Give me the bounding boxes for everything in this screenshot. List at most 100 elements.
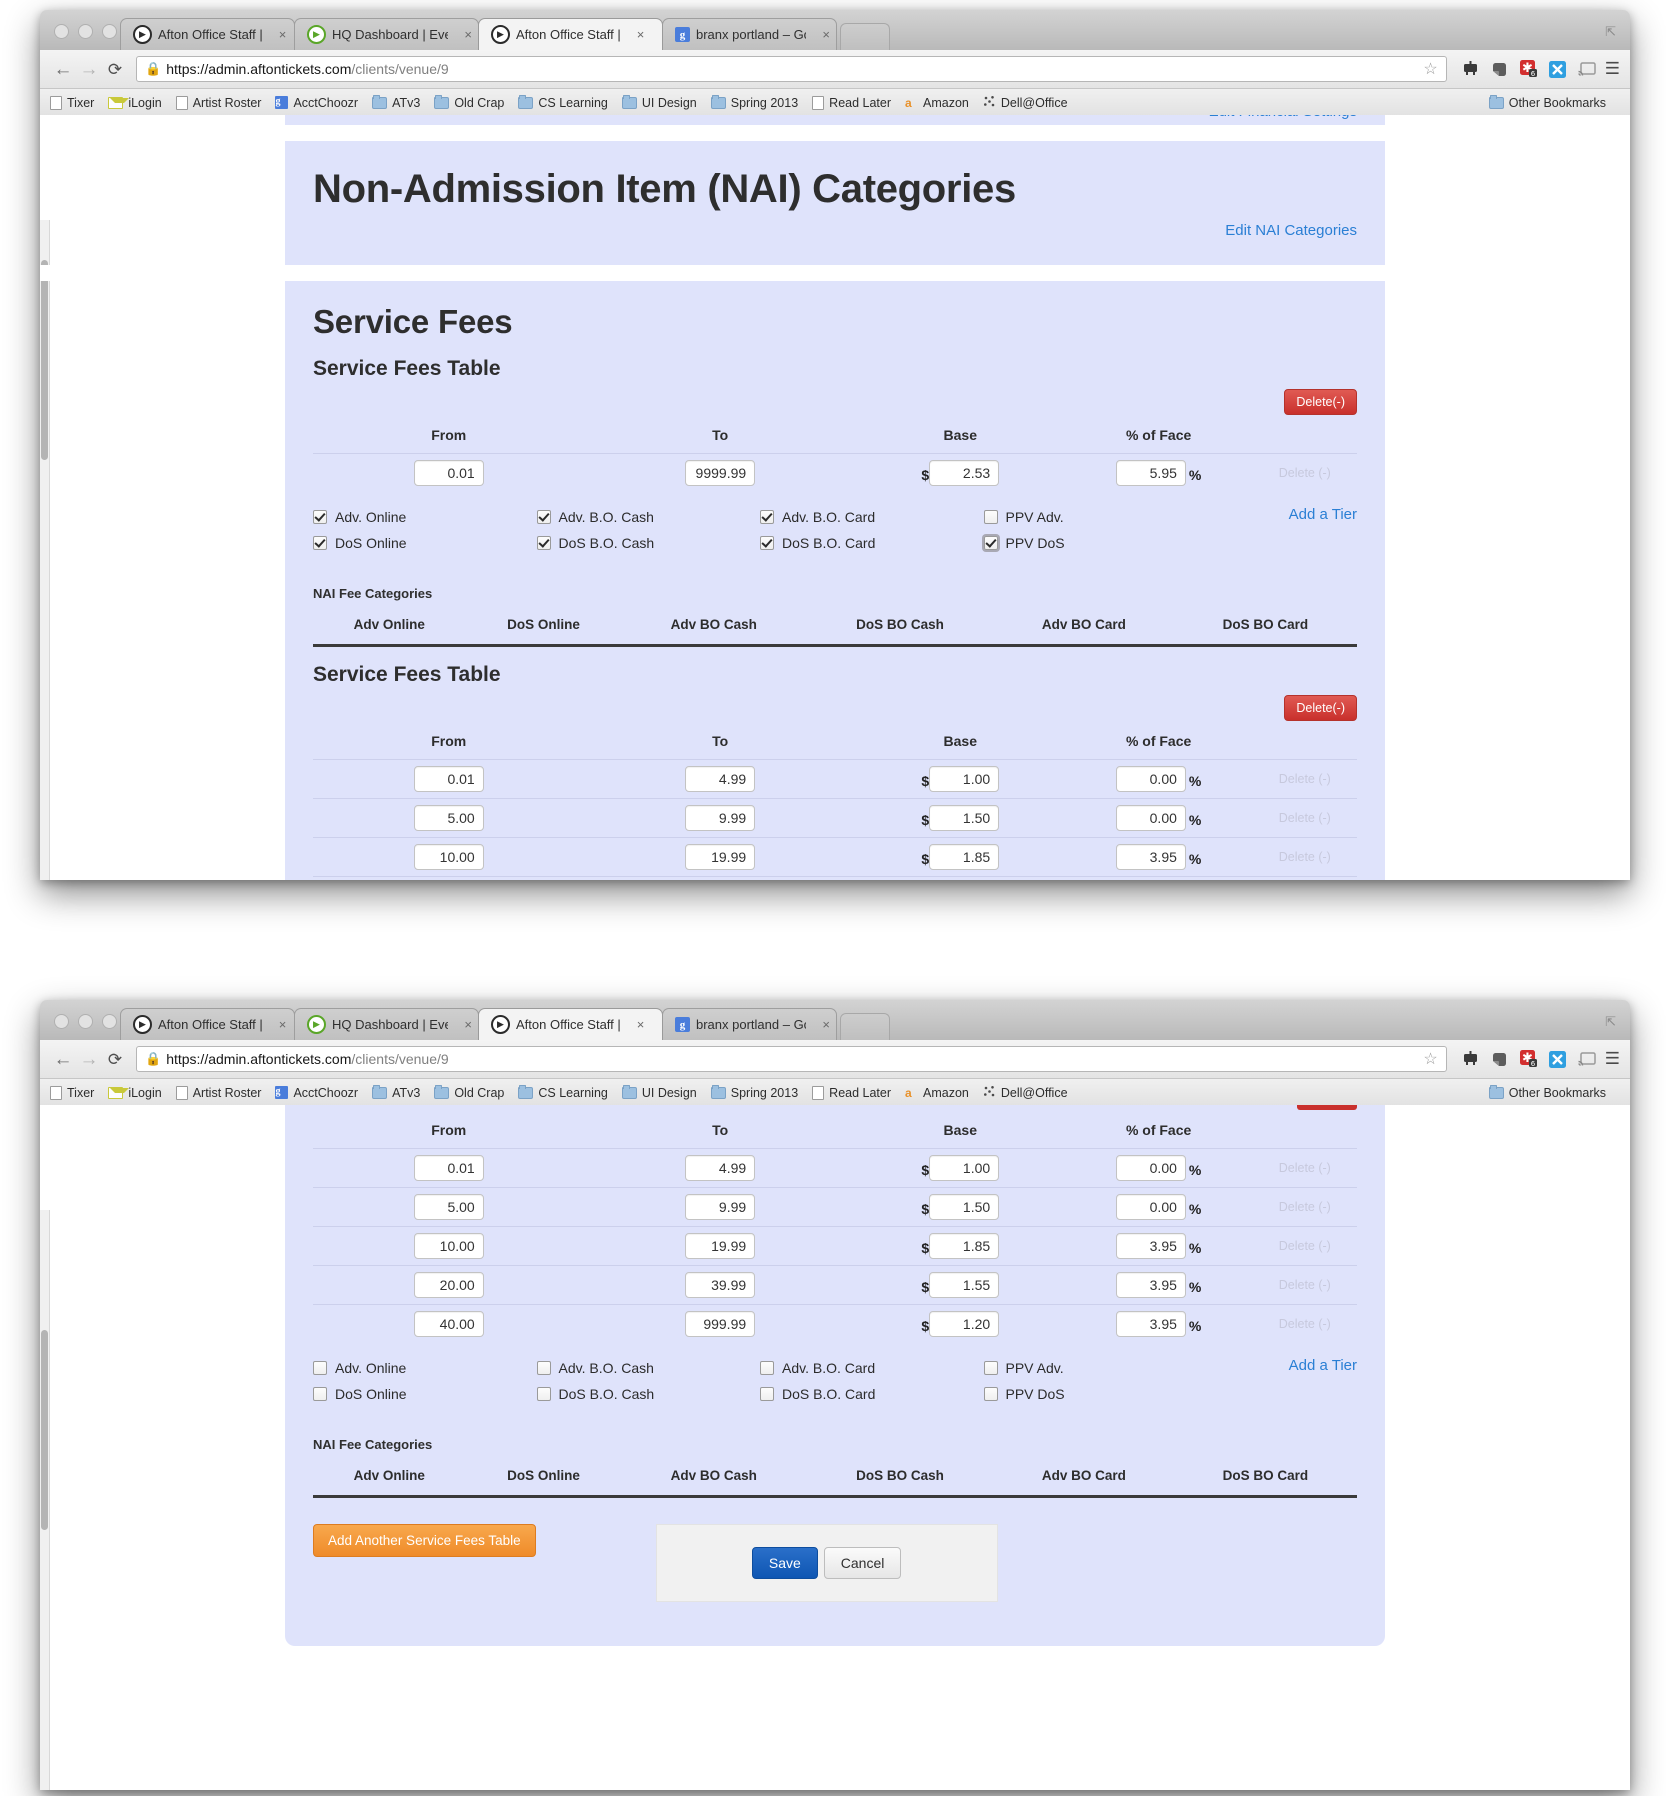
new-tab-button[interactable] <box>840 23 890 50</box>
base-input[interactable]: 1.55 <box>929 1272 1000 1298</box>
base-input[interactable]: 1.00 <box>929 766 1000 792</box>
maximize-window-button[interactable] <box>102 24 117 39</box>
checkbox-icon[interactable] <box>313 1361 327 1375</box>
from-input[interactable]: 10.00 <box>413 1233 484 1259</box>
to-input[interactable]: 4.99 <box>685 1155 756 1181</box>
checkbox-icon[interactable] <box>313 510 327 524</box>
delete-row-button[interactable]: Delete (-) <box>1279 1161 1331 1175</box>
other-bookmarks-folder[interactable]: Other Bookmarks <box>1488 94 1606 110</box>
to-input[interactable]: 9999.99 <box>685 460 756 486</box>
from-input[interactable]: 10.00 <box>413 844 484 870</box>
minimize-window-button[interactable] <box>78 24 93 39</box>
browser-tab-2[interactable]: ▶ Afton Office Staff | × <box>478 18 663 50</box>
checkbox-icon[interactable] <box>760 1387 774 1401</box>
checkbox-icon[interactable] <box>536 1361 551 1375</box>
extension-icons[interactable]: ✱ 6 <box>1455 1049 1597 1069</box>
delete-row-button[interactable]: Delete (-) <box>1279 1239 1331 1253</box>
lastpass-icon[interactable]: ✱ 6 <box>1519 59 1539 79</box>
bookmark-old-crap[interactable]: Old Crap <box>434 94 504 110</box>
delete-row-button[interactable]: Delete (-) <box>1279 466 1331 480</box>
window-controls[interactable] <box>54 1014 117 1029</box>
browser-tab-3[interactable]: g branx portland – Google S × <box>662 18 837 50</box>
address-bar[interactable]: 🔒 https://admin.aftontickets.com/clients… <box>136 1046 1447 1072</box>
pct-face-input[interactable]: 5.95 <box>1115 460 1186 486</box>
delete-row-button[interactable]: Delete (-) <box>1279 850 1331 864</box>
bookmark-tixer[interactable]: Tixer <box>50 1085 94 1100</box>
checkbox-icon[interactable] <box>313 536 327 550</box>
bookmark-spring-2013[interactable]: Spring 2013 <box>710 94 798 110</box>
checkbox-dos-bo-card[interactable]: DoS B.O. Card <box>760 1381 984 1407</box>
tabs-top[interactable]: ▶ Afton Office Staff | × ▶ HQ Dashboard … <box>120 18 890 50</box>
base-input[interactable]: 1.50 <box>929 805 1000 831</box>
checkbox-icon[interactable] <box>536 536 551 550</box>
checkbox-icon[interactable] <box>760 536 774 550</box>
browser-tab-1[interactable]: ▶ HQ Dashboard | Evening P × <box>294 1008 479 1040</box>
delete-row-button[interactable]: Delete (-) <box>1279 1317 1331 1331</box>
checkbox-icon[interactable] <box>983 510 998 524</box>
close-icon[interactable]: × <box>822 1017 830 1032</box>
from-input[interactable]: 5.00 <box>413 1194 484 1220</box>
lastpass-icon[interactable]: ✱ 6 <box>1519 1049 1539 1069</box>
reload-button[interactable]: ⟳ <box>102 61 128 78</box>
bookmark-ui-design[interactable]: UI Design <box>621 94 697 110</box>
delete-table-button[interactable]: Delete(-) <box>1284 389 1357 415</box>
chrome-menu-button[interactable]: ☰ <box>1597 59 1620 79</box>
checkbox-icon[interactable] <box>983 1361 998 1375</box>
bookmark-star-icon[interactable]: ☆ <box>1415 59 1437 79</box>
from-input[interactable]: 40.00 <box>413 1311 484 1337</box>
close-icon[interactable]: × <box>279 27 287 42</box>
delete-row-button[interactable]: Delete (-) <box>1279 1278 1331 1292</box>
cast-icon[interactable] <box>1577 1049 1597 1069</box>
checkbox-icon[interactable] <box>536 510 551 524</box>
base-input[interactable]: 1.00 <box>929 1155 1000 1181</box>
checkbox-adv-bo-card[interactable]: Adv. B.O. Card <box>760 504 984 530</box>
other-bookmarks-folder[interactable]: Other Bookmarks <box>1488 1084 1606 1100</box>
extension-icons[interactable]: ✱ 6 <box>1455 59 1597 79</box>
close-icon[interactable]: × <box>464 1017 472 1032</box>
bookmark-spring-2013[interactable]: Spring 2013 <box>710 1084 798 1100</box>
add-tier-link[interactable]: Add a Tier <box>1289 1357 1357 1374</box>
bookmark-read-later[interactable]: Read Later <box>812 95 891 110</box>
checkbox-adv-online[interactable]: Adv. Online <box>313 504 537 530</box>
checkbox-icon[interactable] <box>313 1387 327 1401</box>
close-icon[interactable]: × <box>279 1017 287 1032</box>
projector-icon[interactable] <box>1461 1049 1481 1069</box>
add-another-service-fees-table-button[interactable]: Add Another Service Fees Table <box>313 1524 536 1557</box>
base-input[interactable]: 1.85 <box>929 844 1000 870</box>
close-icon[interactable]: × <box>637 1017 645 1032</box>
save-button[interactable]: Save <box>751 1547 818 1579</box>
cast-icon[interactable] <box>1577 59 1597 79</box>
browser-tab-2[interactable]: ▶ Afton Office Staff | × <box>478 1008 663 1040</box>
bookmark-ilogin[interactable]: iLogin <box>108 96 162 110</box>
delete-row-button[interactable]: Delete (-) <box>1279 1200 1331 1214</box>
edit-nai-categories-link[interactable]: Edit NAI Categories <box>1225 222 1357 239</box>
to-input[interactable]: 9.99 <box>685 805 756 831</box>
bookmark-ilogin[interactable]: iLogin <box>108 1086 162 1100</box>
bookmark-star-icon[interactable]: ☆ <box>1415 1049 1437 1069</box>
browser-tab-1[interactable]: ▶ HQ Dashboard | Evening P × <box>294 18 479 50</box>
bookmark-tixer[interactable]: Tixer <box>50 95 94 110</box>
bookmark-amazon[interactable]: a Amazon <box>905 1086 969 1101</box>
pct-face-input[interactable]: 0.00 <box>1115 1194 1186 1220</box>
bookmark-read-later[interactable]: Read Later <box>812 1085 891 1100</box>
bookmark-old-crap[interactable]: Old Crap <box>434 1084 504 1100</box>
checkbox-dos-bo-cash[interactable]: DoS B.O. Cash <box>536 530 761 556</box>
tabs-bottom[interactable]: ▶ Afton Office Staff | × ▶ HQ Dashboard … <box>120 1008 890 1040</box>
close-icon[interactable]: × <box>637 27 645 42</box>
evernote-icon[interactable] <box>1490 1049 1510 1069</box>
bookmark-atv3[interactable]: ATv3 <box>372 94 420 110</box>
close-icon[interactable]: × <box>822 27 830 42</box>
delete-table-button[interactable]: Delete(-) <box>1284 695 1357 721</box>
base-input[interactable]: 1.20 <box>929 1311 1000 1337</box>
checkbox-ppv-dos[interactable]: PPV DoS <box>983 530 1208 556</box>
edit-financial-settings-link[interactable]: Edit Financial Settings <box>1209 115 1357 120</box>
checkbox-icon[interactable] <box>760 510 774 524</box>
pct-face-input[interactable]: 3.95 <box>1115 1311 1186 1337</box>
to-input[interactable]: 999.99 <box>685 1311 756 1337</box>
window-controls[interactable] <box>54 24 117 39</box>
to-input[interactable]: 4.99 <box>685 766 756 792</box>
close-icon[interactable]: × <box>464 27 472 42</box>
checkbox-ppv-adv[interactable]: PPV Adv. <box>983 1355 1208 1381</box>
bookmark-artist-roster[interactable]: Artist Roster <box>175 1085 261 1100</box>
fullscreen-icon[interactable]: ⇱ <box>1605 1014 1616 1030</box>
